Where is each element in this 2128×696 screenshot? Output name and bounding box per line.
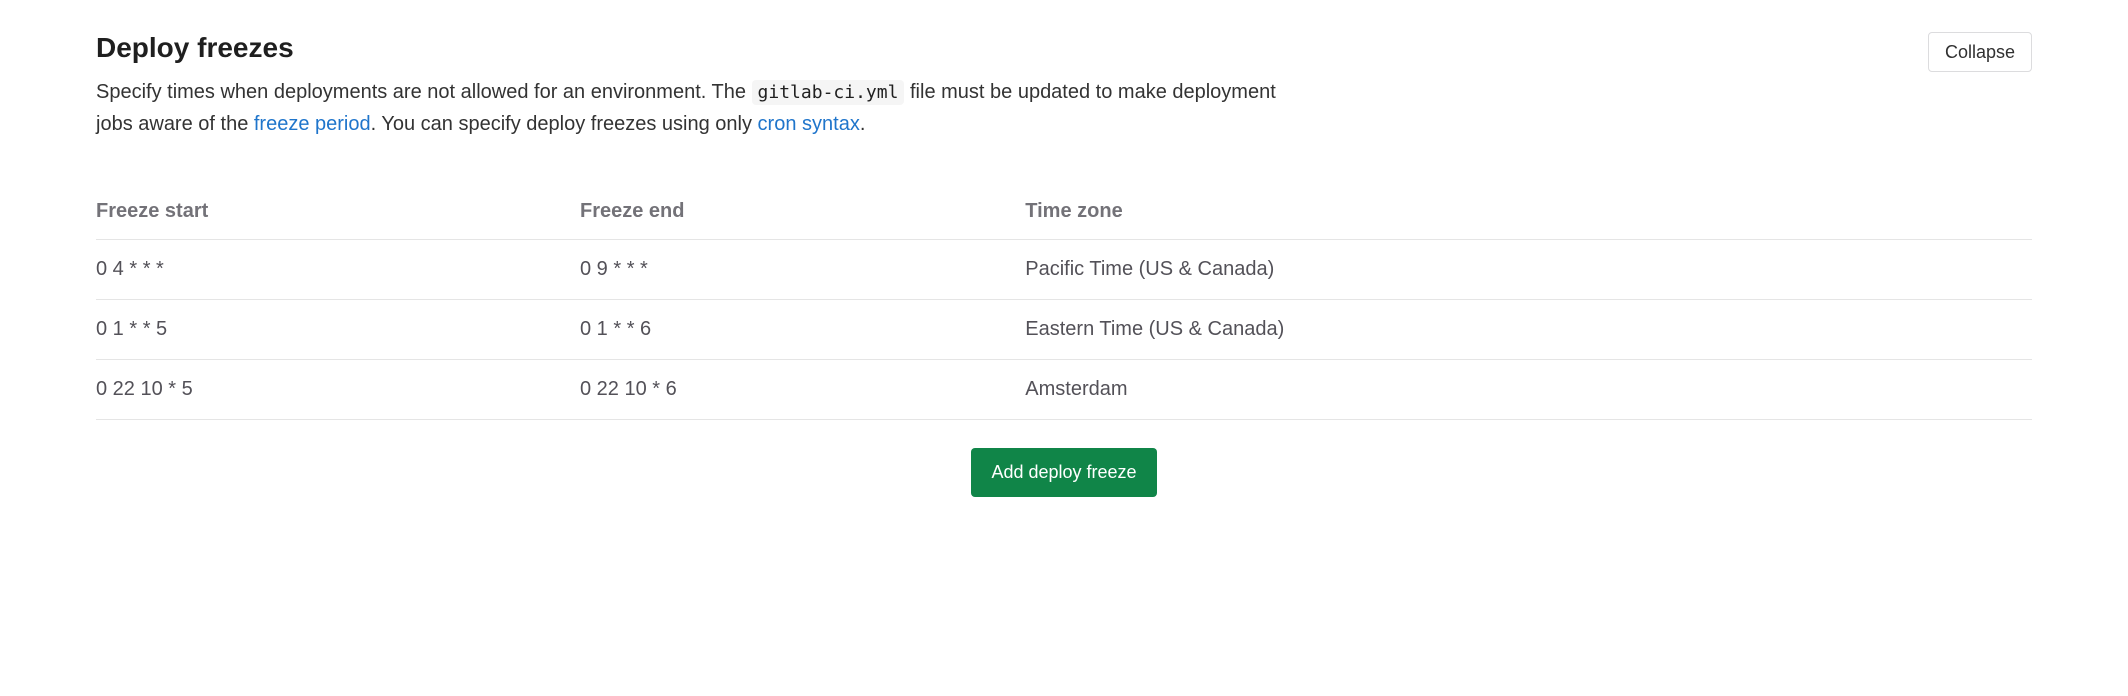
cell-freeze-end: 0 9 * * * <box>580 240 1025 300</box>
column-header-freeze-end: Freeze end <box>580 188 1025 240</box>
cell-timezone: Amsterdam <box>1025 360 2032 420</box>
cell-timezone: Eastern Time (US & Canada) <box>1025 300 2032 360</box>
collapse-button[interactable]: Collapse <box>1928 32 2032 72</box>
table-row: 0 22 10 * 5 0 22 10 * 6 Amsterdam <box>96 360 2032 420</box>
add-deploy-freeze-button[interactable]: Add deploy freeze <box>971 448 1156 497</box>
description-text: . You can specify deploy freezes using o… <box>371 113 758 135</box>
cell-freeze-start: 0 22 10 * 5 <box>96 360 580 420</box>
cell-freeze-start: 0 1 * * 5 <box>96 300 580 360</box>
column-header-freeze-start: Freeze start <box>96 188 580 240</box>
deploy-freezes-table: Freeze start Freeze end Time zone 0 4 * … <box>96 188 2032 420</box>
freeze-period-link[interactable]: freeze period <box>254 113 371 135</box>
cell-timezone: Pacific Time (US & Canada) <box>1025 240 2032 300</box>
cell-freeze-end: 0 22 10 * 6 <box>580 360 1025 420</box>
section-description: Specify times when deployments are not a… <box>96 76 1296 140</box>
column-header-timezone: Time zone <box>1025 188 2032 240</box>
section-title: Deploy freezes <box>96 32 294 64</box>
cell-freeze-start: 0 4 * * * <box>96 240 580 300</box>
cron-syntax-link[interactable]: cron syntax <box>758 113 860 135</box>
table-row: 0 1 * * 5 0 1 * * 6 Eastern Time (US & C… <box>96 300 2032 360</box>
description-text: Specify times when deployments are not a… <box>96 81 752 103</box>
table-row: 0 4 * * * 0 9 * * * Pacific Time (US & C… <box>96 240 2032 300</box>
description-text: . <box>860 113 866 135</box>
config-file-code: gitlab-ci.yml <box>752 80 905 105</box>
cell-freeze-end: 0 1 * * 6 <box>580 300 1025 360</box>
